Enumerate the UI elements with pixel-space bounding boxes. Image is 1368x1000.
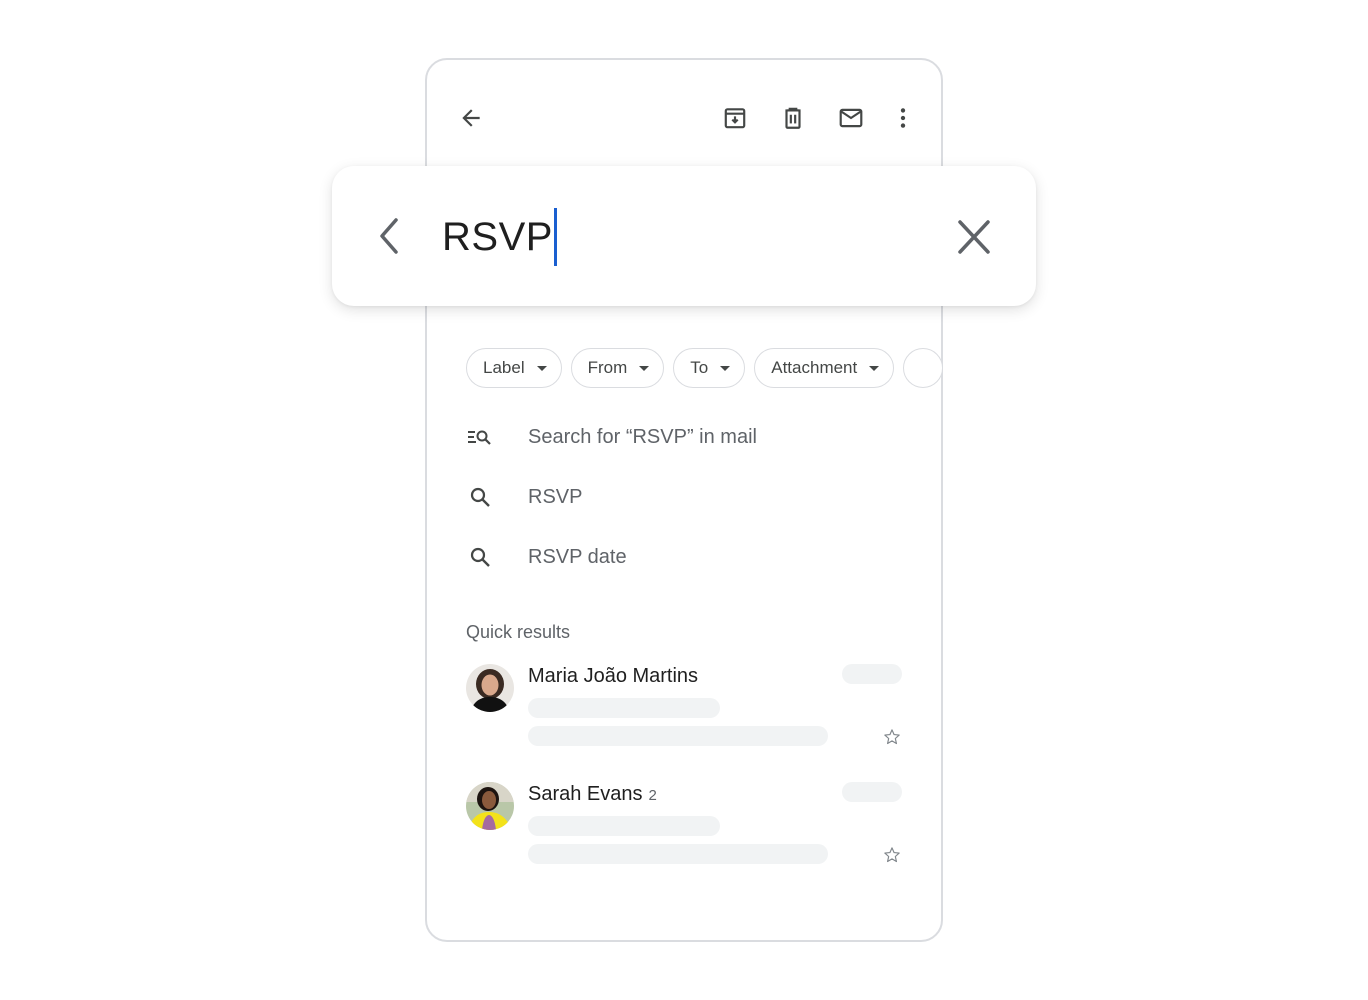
chip-label: Attachment — [771, 358, 858, 377]
suggestion-text: RSVP — [528, 485, 583, 508]
quick-result-item[interactable]: Maria João Martins — [466, 664, 906, 754]
filter-chip-label[interactable]: Label — [466, 348, 562, 388]
filter-chip-from[interactable]: From — [570, 348, 665, 388]
filter-chips: Label From To Attachment — [466, 348, 943, 388]
archive-button[interactable] — [721, 104, 749, 132]
quick-results-heading: Quick results — [466, 622, 571, 642]
mark-unread-button[interactable] — [837, 104, 865, 132]
snippet-placeholder — [528, 844, 828, 864]
sender-name: Sarah Evans 2 — [528, 783, 657, 805]
search-icon — [466, 483, 494, 511]
suggestion-text: RSVP date — [528, 545, 627, 568]
dropdown-arrow-icon — [639, 365, 650, 371]
search-bar: RSVP — [332, 166, 1036, 306]
avatar — [466, 782, 514, 830]
sender-name: Maria João Martins — [528, 665, 699, 687]
more-options-button[interactable] — [889, 104, 917, 132]
clear-search-button[interactable] — [954, 218, 994, 256]
back-button[interactable] — [457, 104, 485, 132]
search-in-mail-icon — [466, 423, 494, 451]
search-query: RSVP — [442, 215, 553, 259]
archive-icon — [724, 108, 746, 129]
search-icon — [466, 543, 494, 571]
thread-count: 2 — [648, 787, 657, 804]
close-icon — [958, 220, 990, 254]
dropdown-arrow-icon — [536, 365, 547, 371]
filter-chip-to[interactable]: To — [673, 348, 746, 388]
more-vertical-icon — [900, 108, 906, 128]
quick-result-item[interactable]: Sarah Evans 2 — [466, 782, 906, 872]
chip-label: To — [690, 358, 709, 377]
date-placeholder — [842, 782, 902, 802]
filter-chip-more[interactable] — [903, 348, 943, 388]
chip-label: Label — [483, 358, 525, 377]
mail-icon — [839, 108, 863, 128]
suggestion-text: Search for “RSVP” in mail — [528, 425, 757, 448]
dropdown-arrow-icon — [869, 365, 880, 371]
chevron-left-icon — [380, 218, 398, 254]
avatar — [466, 664, 514, 712]
search-back-button[interactable] — [372, 216, 408, 256]
text-caret — [553, 208, 557, 266]
filter-chip-attachment[interactable]: Attachment — [754, 348, 895, 388]
search-input[interactable]: RSVP — [442, 206, 942, 268]
arrow-back-icon — [462, 109, 480, 127]
suggestion-item[interactable]: RSVP date — [466, 537, 906, 577]
date-placeholder — [842, 664, 902, 684]
chip-label: From — [587, 358, 628, 377]
subject-placeholder — [528, 816, 720, 836]
subject-placeholder — [528, 698, 720, 718]
suggestion-search-in-mail[interactable]: Search for “RSVP” in mail — [466, 417, 906, 457]
dropdown-arrow-icon — [720, 365, 731, 371]
star-icon[interactable] — [882, 727, 902, 747]
delete-button[interactable] — [779, 104, 807, 132]
star-icon[interactable] — [882, 845, 902, 865]
trash-icon — [785, 107, 801, 129]
snippet-placeholder — [528, 726, 828, 746]
suggestion-item[interactable]: RSVP — [466, 477, 906, 517]
